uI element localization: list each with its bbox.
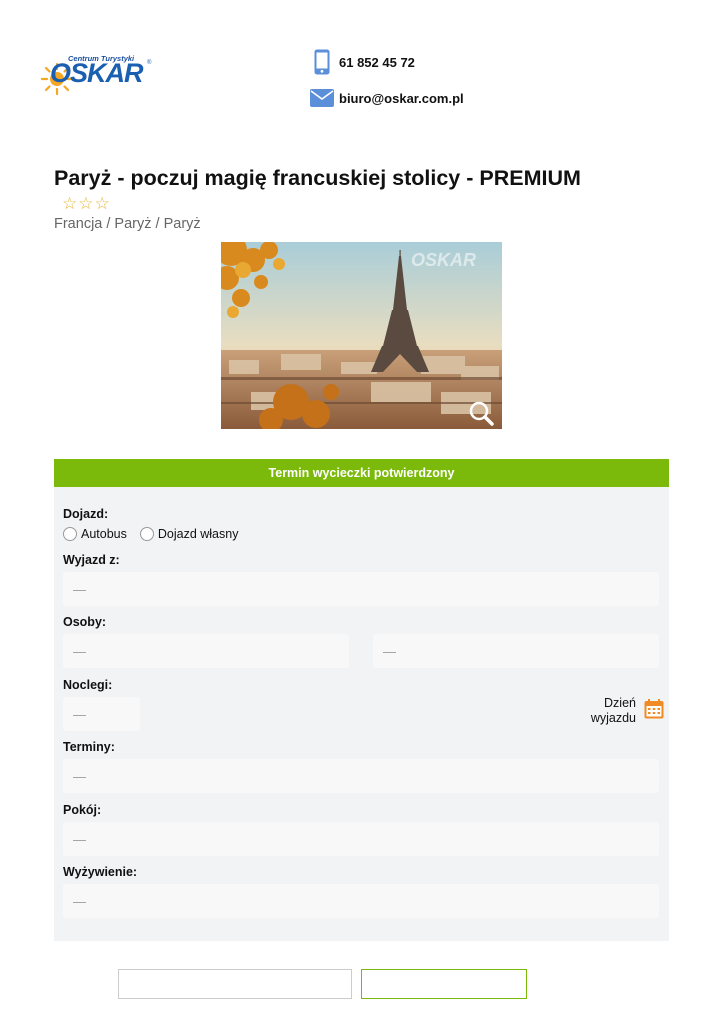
radio-dojazd-wlasny[interactable]: Dojazd własny	[139, 527, 239, 541]
contact-email[interactable]: biuro@oskar.com.pl	[310, 86, 464, 110]
phone-icon	[310, 49, 334, 75]
departure-date-label: Dzień wyjazdu	[591, 696, 636, 726]
osoby-label: Osoby:	[63, 615, 107, 629]
departure-date-label-line2: wyjazdu	[590, 711, 636, 725]
calendar-icon[interactable]	[644, 698, 664, 724]
noclegi-label: Noclegi:	[63, 678, 113, 692]
email-address[interactable]: biuro@oskar.com.pl	[339, 91, 464, 106]
terminy-select[interactable]: —	[63, 759, 659, 793]
wyjazd-select[interactable]: —	[63, 572, 659, 606]
star-rating: ☆☆☆	[62, 194, 111, 213]
logo-registered: ®	[147, 60, 152, 66]
tour-photo[interactable]: OSKAR	[221, 242, 502, 429]
radio-dojazd-wlasny-dot[interactable]	[139, 527, 154, 541]
contact-phone[interactable]: 61 852 45 72	[310, 49, 415, 75]
envelope-icon	[310, 86, 334, 110]
radio-autobus-dot[interactable]	[63, 527, 77, 541]
logo-brand: OSKAR	[50, 58, 144, 88]
terminy-label: Terminy:	[63, 740, 115, 754]
oskar-logo[interactable]: Centrum Turystyki OSKAR ®	[40, 52, 160, 96]
wyzywienie-select[interactable]: —	[63, 884, 659, 918]
wyjazd-label: Wyjazd z:	[63, 553, 120, 567]
booking-panel: Termin wycieczki potwierdzony Dojazd: Au…	[54, 459, 669, 941]
primary-button[interactable]	[361, 969, 527, 999]
departure-date-label-line1: Dzień	[604, 696, 636, 710]
osoby-children-select[interactable]: —	[373, 634, 659, 668]
panel-header: Termin wycieczki potwierdzony	[54, 459, 669, 487]
phone-number[interactable]: 61 852 45 72	[339, 55, 415, 70]
radio-autobus-label: Autobus	[81, 527, 127, 541]
breadcrumb: Francja / Paryż / Paryż	[54, 216, 201, 232]
photo-watermark: OSKAR	[411, 250, 476, 270]
dojazd-label: Dojazd:	[63, 507, 109, 521]
wyzywienie-label: Wyżywienie:	[63, 865, 138, 879]
osoby-adults-select[interactable]: —	[63, 634, 349, 668]
radio-autobus[interactable]: Autobus	[63, 527, 127, 541]
page-title: Paryż - poczuj magię francuskiej stolicy…	[54, 166, 581, 190]
secondary-button[interactable]	[118, 969, 352, 999]
radio-dojazd-wlasny-label: Dojazd własny	[157, 527, 239, 541]
departure-date-picker[interactable]: Dzień wyjazdu	[584, 696, 664, 726]
pokoj-select[interactable]: —	[63, 822, 659, 856]
pokoj-label: Pokój:	[63, 803, 102, 817]
noclegi-select[interactable]: —	[63, 697, 140, 731]
dojazd-radio-group: Autobus Dojazd własny	[63, 527, 251, 541]
